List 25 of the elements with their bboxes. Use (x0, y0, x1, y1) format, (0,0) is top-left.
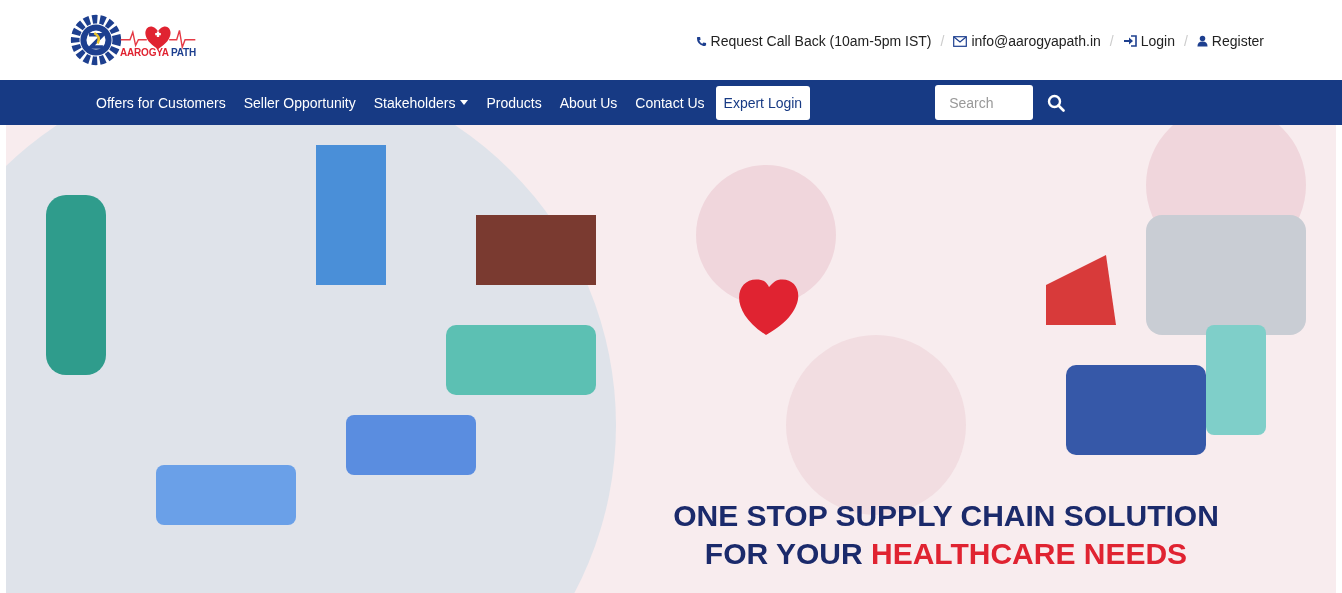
nav-link[interactable]: Contact Us (635, 94, 705, 111)
search-field[interactable]: Search (935, 85, 1034, 120)
separator-slash: / (1109, 33, 1114, 49)
nav-dropdown[interactable]: Stakeholders (373, 94, 469, 111)
envelope-icon (953, 35, 968, 47)
nav-link[interactable]: About Us (559, 94, 618, 111)
expert-login-button[interactable]: Expert Login (715, 85, 811, 120)
banner-headline: ONE STOP SUPPLY CHAIN SOLUTION (672, 498, 1220, 534)
search-icon[interactable] (1047, 93, 1066, 112)
top-link[interactable]: Request Call Back (10am-5pm IST) (695, 33, 932, 49)
nav-link[interactable]: Offers for Customers (96, 94, 226, 111)
top-link[interactable]: info@aarogyapath.in (953, 33, 1101, 49)
top-link[interactable]: Login (1122, 33, 1175, 49)
caret-icon (460, 100, 469, 105)
separator-slash: / (940, 33, 945, 49)
nav-link[interactable]: Seller Opportunity (243, 94, 356, 111)
top-link[interactable]: Register (1196, 33, 1264, 49)
phone-icon (695, 35, 707, 47)
user-icon (1196, 35, 1208, 47)
sign-in-icon (1122, 35, 1137, 47)
separator-slash: / (1183, 33, 1188, 49)
nav-link[interactable]: Products (486, 94, 542, 111)
banner-headline: FOR YOUR HEALTHCARE NEEDS (703, 535, 1189, 572)
logo-wordmark: AAROGYA PATH (120, 46, 196, 58)
gear-emblem-icon (70, 14, 122, 66)
